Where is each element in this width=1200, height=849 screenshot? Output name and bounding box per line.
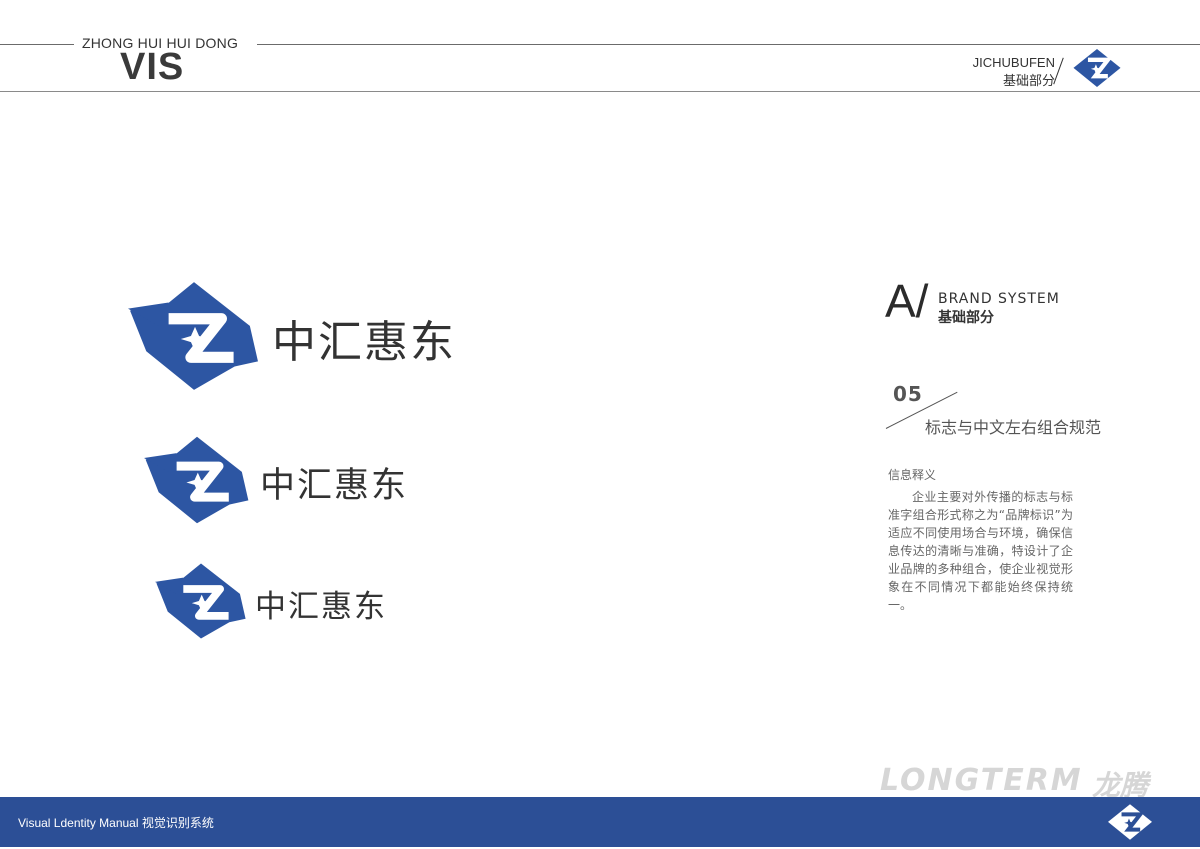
info-heading: 信息释义 <box>888 468 937 482</box>
header-logo-icon <box>1073 49 1121 87</box>
section-title: 标志与中文左右组合规范 <box>925 418 1102 437</box>
zh-logo-icon <box>155 562 247 644</box>
section-letter: A/ <box>885 275 929 327</box>
logo-name-medium: 中汇惠东 <box>260 465 409 506</box>
logo-name-small: 中汇惠东 <box>255 588 387 625</box>
brand-system-cn: 基础部分 <box>938 310 994 326</box>
brand-system-en: BRAND SYSTEM <box>938 291 1060 307</box>
zh-logo-icon <box>128 280 260 396</box>
header-line-right <box>257 44 1200 45</box>
header-bottom-line <box>0 91 1200 92</box>
footer-text: Visual Ldentity Manual 视觉识别系统 <box>18 816 214 830</box>
footer-logo-icon <box>1108 804 1152 840</box>
logo-name-large: 中汇惠东 <box>272 317 456 368</box>
header-line-left <box>0 44 74 45</box>
logo-combo-medium: 中汇惠东 <box>144 435 408 529</box>
header-section-en: JICHUBUFEN <box>972 55 1055 70</box>
section-number: 05 <box>893 382 923 406</box>
logo-combo-small: 中汇惠东 <box>155 562 387 644</box>
logo-combo-large: 中汇惠东 <box>128 280 456 396</box>
brand-watermark-en: LONGTERM <box>880 763 1083 798</box>
zh-logo-icon <box>144 435 250 529</box>
info-body: 企业主要对外传播的标志与标准字组合形式称之为“品牌标识”为适应不同使用场合与环境… <box>888 490 1073 612</box>
header-section-cn: 基础部分 <box>1002 74 1055 89</box>
header-title: VIS <box>120 46 185 88</box>
